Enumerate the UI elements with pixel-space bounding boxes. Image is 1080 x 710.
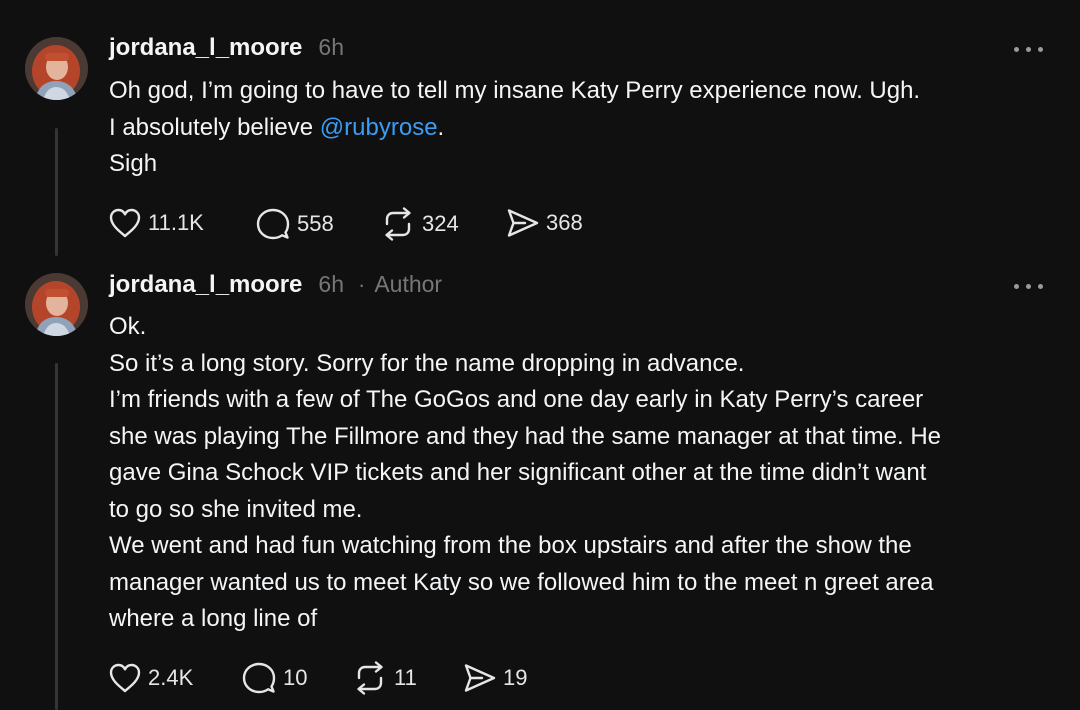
mention-link[interactable]: @rubyrose — [320, 114, 438, 141]
thread-line — [55, 128, 58, 256]
thread-post: jordana_l_moore 6h Oh god, I’m going to … — [0, 0, 1080, 260]
post-line: to go so she invited me. — [109, 495, 363, 523]
post-line: she was playing The Fillmore and they ha… — [109, 422, 941, 450]
username[interactable]: jordana_l_moore — [109, 34, 302, 62]
post-line: We went and had fun watching from the bo… — [109, 532, 912, 559]
reply-count: 10 — [283, 665, 308, 690]
send-icon — [507, 209, 539, 237]
post-line: manager wanted us to meet Katy so we fol… — [109, 568, 934, 596]
heart-icon — [109, 208, 141, 238]
avatar[interactable] — [25, 273, 88, 336]
author-badge: Author — [374, 271, 443, 297]
heart-icon — [109, 663, 141, 693]
post-line: I absolutely believe @rubyrose. — [109, 113, 445, 141]
post-line: gave Gina Schock VIP tickets and her sig… — [109, 459, 927, 486]
like-button[interactable]: 2.4K — [108, 662, 193, 694]
repost-count: 11 — [394, 665, 417, 690]
more-options-icon — [1014, 47, 1019, 52]
post-line: Ok. — [109, 313, 147, 340]
reply-count: 558 — [297, 211, 334, 236]
send-icon — [464, 664, 496, 692]
post-header: jordana_l_moore 6h · Author — [109, 271, 442, 301]
repost-button[interactable]: 324 — [380, 206, 459, 242]
share-count: 368 — [546, 210, 583, 235]
share-button[interactable]: 19 — [463, 662, 527, 694]
post-line: Oh god, I’m going to have to tell my ins… — [109, 77, 921, 104]
like-button[interactable]: 11.1K — [108, 207, 204, 239]
separator-dot: · — [358, 272, 366, 297]
repost-button[interactable]: 11 — [352, 660, 417, 696]
timestamp[interactable]: 6h — [318, 34, 344, 61]
post-header: jordana_l_moore 6h — [109, 34, 344, 64]
more-options-icon — [1014, 284, 1019, 289]
share-count: 19 — [503, 665, 528, 690]
repost-count: 324 — [422, 211, 459, 236]
more-options-button[interactable] — [1012, 39, 1048, 59]
post-line: I’m friends with a few of The GoGos and … — [109, 386, 924, 413]
comment-icon — [256, 208, 290, 240]
thread-line — [55, 363, 58, 710]
post-body: Oh god, I’m going to have to tell my ins… — [109, 73, 1049, 183]
like-count: 11.1K — [148, 210, 204, 235]
thread-post: jordana_l_moore 6h · Author Ok. So it’s … — [0, 260, 1080, 710]
repost-icon — [357, 661, 383, 695]
more-options-button[interactable] — [1012, 276, 1048, 296]
post-line: where a long line of — [109, 605, 318, 632]
post-body: Ok. So it’s a long story. Sorry for the … — [109, 309, 1049, 638]
share-button[interactable]: 368 — [506, 207, 583, 239]
post-line: Sigh — [109, 150, 158, 177]
timestamp[interactable]: 6h — [318, 271, 344, 298]
avatar[interactable] — [25, 37, 88, 100]
like-count: 2.4K — [148, 665, 194, 690]
repost-icon — [385, 207, 411, 241]
reply-button[interactable]: 558 — [255, 207, 334, 241]
post-line: So it’s a long story. Sorry for the name… — [109, 349, 745, 377]
username[interactable]: jordana_l_moore — [109, 271, 302, 299]
reply-button[interactable]: 10 — [241, 661, 307, 695]
comment-icon — [242, 662, 276, 694]
